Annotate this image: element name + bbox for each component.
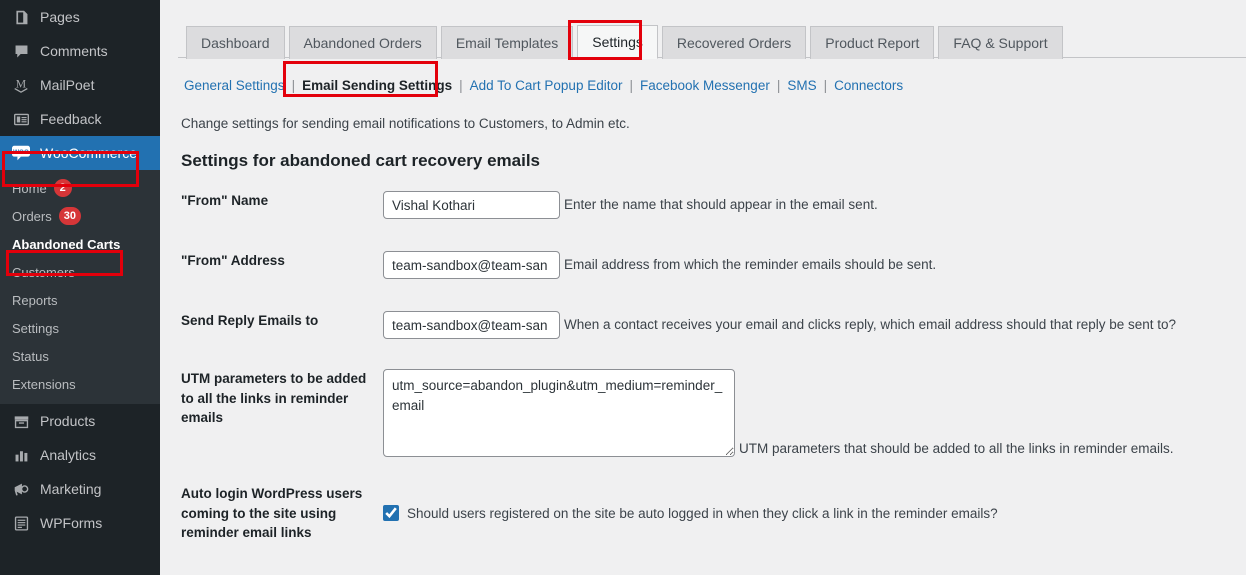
reply-to-input[interactable] [383, 311, 560, 339]
sidebar-item-analytics[interactable]: Analytics [0, 438, 160, 472]
sidebar-item-pages[interactable]: Pages [0, 0, 160, 34]
tab-abandoned-orders[interactable]: Abandoned Orders [288, 26, 437, 59]
sidebar-item-label: Products [40, 413, 96, 429]
woocommerce-submenu: Home 2 Orders 30 Abandoned Carts Custome… [0, 170, 160, 404]
sidebar-subitem-label: Reports [12, 292, 58, 308]
products-icon [10, 411, 32, 431]
sidebar-item-label: Comments [40, 43, 108, 59]
sidebar-item-products[interactable]: Products [0, 404, 160, 438]
from-name-label: "From" Name [181, 193, 269, 208]
subtab-add-to-cart-popup-editor[interactable]: Add To Cart Popup Editor [470, 78, 623, 93]
settings-form: "From" Name Enter the name that should a… [160, 191, 1246, 543]
subtab-separator: | [459, 77, 463, 93]
utm-label: UTM parameters to be added to all the li… [181, 371, 367, 426]
subtab-separator: | [776, 77, 781, 93]
home-badge: 2 [53, 179, 72, 197]
tab-product-report[interactable]: Product Report [810, 26, 935, 59]
from-address-field-wrap [383, 251, 560, 279]
utm-field-wrap [383, 369, 735, 462]
sidebar-subitem-label: Home [12, 180, 47, 196]
form-row-utm: UTM parameters to be added to all the li… [160, 369, 1246, 462]
sidebar-item-label: WPForms [40, 515, 103, 531]
sidebar-subitem-label: Settings [12, 320, 59, 336]
sidebar-subitem-settings[interactable]: Settings [0, 314, 160, 342]
feedback-icon [10, 109, 32, 129]
form-row-from-address: "From" Address Email address from which … [160, 251, 1246, 279]
wordpress-admin-screen: Pages Comments M MailPoet Feedback WOO W… [0, 0, 1246, 575]
sidebar-subitem-home[interactable]: Home 2 [0, 174, 160, 202]
reply-to-help: When a contact receives your email and c… [564, 317, 1177, 332]
tab-bar: Dashboard Abandoned Orders Email Templat… [178, 20, 1246, 59]
tab-recovered-orders[interactable]: Recovered Orders [661, 26, 807, 59]
sidebar-subitem-label: Customers [12, 264, 75, 280]
sidebar-item-woocommerce[interactable]: WOO WooCommerce [0, 136, 160, 170]
subtab-separator: | [629, 77, 633, 93]
marketing-icon [10, 479, 32, 499]
sidebar-subitem-reports[interactable]: Reports [0, 286, 160, 314]
sidebar-subitem-status[interactable]: Status [0, 342, 160, 370]
tab-dashboard[interactable]: Dashboard [186, 26, 285, 59]
from-name-help: Enter the name that should appear in the… [564, 197, 878, 212]
tab-settings[interactable]: Settings [577, 25, 658, 59]
analytics-icon [10, 445, 32, 465]
sidebar-subitem-extensions[interactable]: Extensions [0, 370, 160, 398]
main-content: Dashboard Abandoned Orders Email Templat… [160, 0, 1246, 575]
from-name-input[interactable] [383, 191, 560, 219]
svg-text:WOO: WOO [13, 149, 29, 156]
sidebar-item-feedback[interactable]: Feedback [0, 102, 160, 136]
tab-email-templates[interactable]: Email Templates [440, 26, 574, 59]
admin-sidebar: Pages Comments M MailPoet Feedback WOO W… [0, 0, 160, 575]
sidebar-item-label: Feedback [40, 111, 102, 127]
sidebar-subitem-abandoned-carts[interactable]: Abandoned Carts [0, 230, 160, 258]
sidebar-item-label: Analytics [40, 447, 97, 463]
sidebar-subitem-label: Orders [12, 208, 52, 224]
from-address-help: Email address from which the reminder em… [564, 257, 937, 272]
svg-text:M: M [16, 78, 27, 91]
reply-to-field-wrap [383, 311, 560, 339]
form-row-from-name: "From" Name Enter the name that should a… [160, 191, 1246, 219]
sidebar-subitem-orders[interactable]: Orders 30 [0, 202, 160, 230]
pages-icon [10, 7, 32, 27]
sidebar-item-label: MailPoet [40, 77, 95, 93]
sidebar-subitem-label: Abandoned Carts [12, 236, 121, 252]
sidebar-subitem-customers[interactable]: Customers [0, 258, 160, 286]
sidebar-item-label: Marketing [40, 481, 102, 497]
from-address-label: "From" Address [181, 253, 285, 268]
auto-login-checkbox-line: Should users registered on the site be a… [383, 484, 998, 521]
from-name-field-wrap [383, 191, 560, 219]
subtab-sms[interactable]: SMS [787, 78, 816, 93]
subtab-general-settings[interactable]: General Settings [184, 78, 285, 93]
sidebar-item-label: Pages [40, 9, 80, 25]
page-title: Settings for abandoned cart recovery ema… [181, 151, 541, 170]
subtab-facebook-messenger[interactable]: Facebook Messenger [640, 78, 770, 93]
sidebar-subitem-label: Status [12, 348, 49, 364]
subtab-email-sending-settings[interactable]: Email Sending Settings [302, 78, 452, 93]
mailpoet-icon: M [10, 75, 32, 95]
reply-to-label: Send Reply Emails to [181, 313, 319, 328]
utm-help: UTM parameters that should be added to a… [739, 441, 1174, 456]
auto-login-checkbox[interactable] [383, 505, 399, 521]
sidebar-item-comments[interactable]: Comments [0, 34, 160, 68]
sidebar-item-label: WooCommerce [40, 145, 137, 161]
comments-icon [10, 41, 32, 61]
orders-badge: 30 [58, 207, 81, 225]
form-row-auto-login: Auto login WordPress users coming to the… [160, 484, 1246, 543]
subtab-connectors[interactable]: Connectors [834, 78, 903, 93]
sidebar-item-marketing[interactable]: Marketing [0, 472, 160, 506]
tab-faq-support[interactable]: FAQ & Support [938, 26, 1063, 59]
wpforms-icon [10, 513, 32, 533]
subtab-separator: | [291, 77, 296, 93]
page-intro-text: Change settings for sending email notifi… [181, 116, 630, 131]
auto-login-label: Auto login WordPress users coming to the… [181, 486, 363, 541]
sidebar-item-mailpoet[interactable]: M MailPoet [0, 68, 160, 102]
subtab-separator: | [823, 77, 828, 93]
woocommerce-icon: WOO [10, 143, 32, 163]
utm-textarea[interactable] [383, 369, 735, 457]
subtab-bar: General Settings | Email Sending Setting… [178, 72, 1246, 98]
from-address-input[interactable] [383, 251, 560, 279]
sidebar-item-wpforms[interactable]: WPForms [0, 506, 160, 540]
auto-login-checkbox-label: Should users registered on the site be a… [407, 505, 998, 521]
sidebar-subitem-label: Extensions [12, 376, 76, 392]
form-row-reply-to: Send Reply Emails to When a contact rece… [160, 311, 1246, 339]
